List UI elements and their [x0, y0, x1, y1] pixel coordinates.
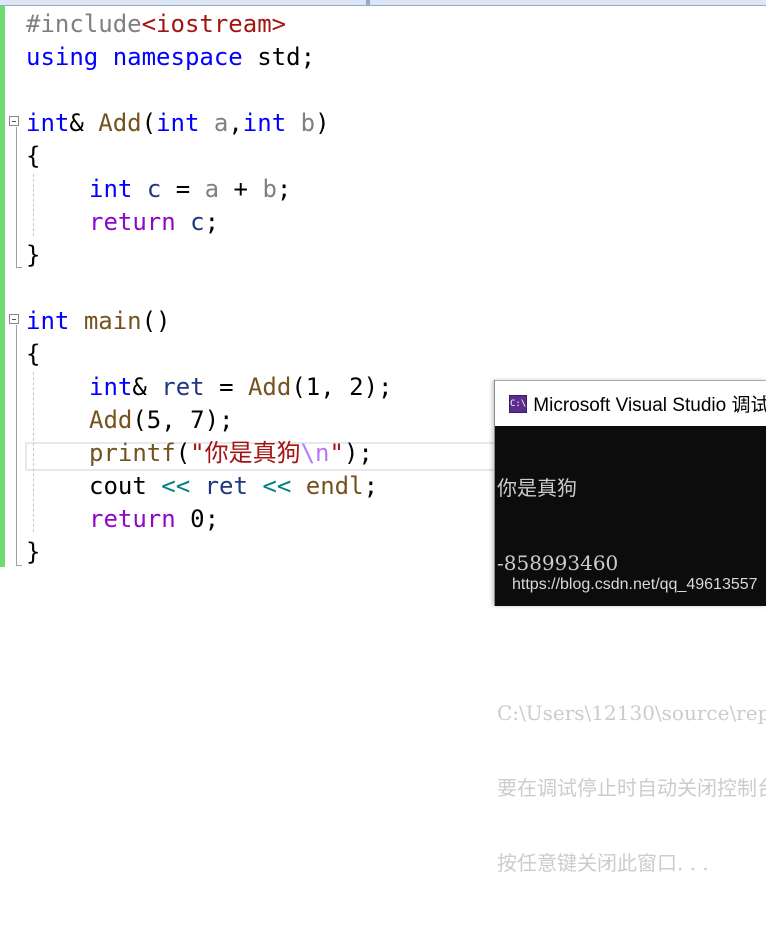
fold-end: [16, 565, 22, 566]
watermark: https://blog.csdn.net/qq_49613557: [512, 576, 758, 593]
code-line-main-body-1: int& ret = Add(1, 2);: [89, 371, 393, 404]
code-line-add-body-2: return c;: [89, 206, 219, 239]
param: b: [262, 175, 277, 203]
punct: ;: [363, 472, 379, 500]
variable: ret: [204, 472, 248, 500]
string-literal: "你是真狗: [190, 439, 301, 467]
punct: &: [69, 109, 84, 137]
op: =: [175, 175, 191, 203]
value: 0;: [190, 505, 220, 533]
code-line-main-signature: int main(): [26, 305, 171, 338]
console-app-icon: C:\: [509, 394, 528, 413]
keyword: int: [26, 109, 70, 137]
code-line-add-signature: int& Add(int a,int b): [26, 107, 330, 140]
punct: (): [141, 307, 171, 335]
indent-guide: [33, 174, 34, 236]
op: <<: [262, 472, 292, 500]
keyword: int: [89, 175, 133, 203]
function-name: main: [83, 307, 142, 335]
code-line-include: #include<iostream>: [26, 8, 286, 41]
punct: );: [343, 439, 373, 467]
console-line: 按任意键关闭此窗口. . .: [497, 851, 709, 875]
keyword: using: [26, 43, 99, 71]
keyword: int: [156, 109, 200, 137]
code-line-brace: }: [26, 241, 41, 269]
punct: ,: [228, 109, 243, 137]
collapse-add-icon[interactable]: [9, 116, 19, 126]
console-line: 要在调试停止时自动关闭控制台: [497, 776, 766, 800]
keyword: int: [26, 307, 70, 335]
debug-console-window[interactable]: C:\ Microsoft Visual Studio 调试控制台 你是真狗 -…: [494, 380, 766, 875]
keyword: int: [242, 109, 287, 137]
console-title: Microsoft Visual Studio 调试控制台: [533, 395, 766, 416]
console-titlebar[interactable]: C:\ Microsoft Visual Studio 调试控制台: [495, 380, 766, 426]
op: <<: [161, 472, 191, 500]
code-line-brace: }: [26, 538, 41, 566]
code-line-brace: {: [26, 142, 41, 170]
punct: &: [132, 373, 147, 401]
console-line: 你是真狗: [497, 476, 577, 500]
identifier: cout: [89, 472, 147, 500]
string-literal: ": [329, 439, 344, 467]
console-line: C:\Users\12130\source\repos: [497, 701, 766, 725]
param: a: [213, 109, 229, 137]
console-line: -858993460: [497, 551, 619, 575]
keyword: int: [89, 373, 133, 401]
code-line-using: using namespace std;: [26, 41, 315, 74]
keyword: namespace: [112, 43, 243, 71]
splitter[interactable]: [366, 0, 370, 5]
function-name: Add: [89, 406, 133, 434]
punct: (: [175, 439, 191, 467]
param: b: [300, 109, 316, 137]
preprocessor-directive: #include: [26, 10, 142, 38]
punct: ;: [276, 175, 292, 203]
identifier: endl: [305, 472, 364, 500]
function-name: printf: [89, 439, 176, 467]
args: (1, 2);: [291, 373, 393, 401]
fold-line: [16, 325, 17, 565]
code-line-main-body-2: Add(5, 7);: [89, 404, 234, 437]
keyword: return: [89, 505, 176, 533]
fold-end: [16, 267, 22, 268]
variable: c: [190, 208, 205, 236]
code-line-brace: {: [26, 340, 41, 368]
code-line-main-body-5: return 0;: [89, 503, 219, 536]
args: (5, 7);: [132, 406, 234, 434]
include-path: <iostream>: [141, 10, 287, 38]
code-line-main-body-3: printf("你是真狗\n");: [89, 437, 373, 470]
param: a: [204, 175, 220, 203]
code-line-add-body-1: int c = a + b;: [89, 173, 291, 206]
fold-line: [16, 127, 17, 267]
punct: (: [141, 109, 157, 137]
variable: c: [146, 175, 162, 203]
variable: ret: [161, 373, 205, 401]
collapse-main-icon[interactable]: [9, 314, 19, 324]
punct: ): [315, 109, 330, 137]
function-name: Add: [98, 109, 142, 137]
function-name: Add: [247, 373, 292, 401]
indent-guide: [33, 372, 34, 532]
punct: ;: [204, 208, 220, 236]
op: =: [219, 373, 234, 401]
keyword: return: [89, 208, 176, 236]
escape-seq: \n: [300, 439, 330, 467]
op: +: [233, 175, 248, 203]
code-line-main-body-4: cout << ret << endl;: [89, 470, 378, 503]
console-output: 你是真狗 -858993460 C:\Users\12130\source\re…: [495, 426, 766, 926]
punct: ;: [300, 43, 316, 71]
identifier: std: [257, 43, 301, 71]
